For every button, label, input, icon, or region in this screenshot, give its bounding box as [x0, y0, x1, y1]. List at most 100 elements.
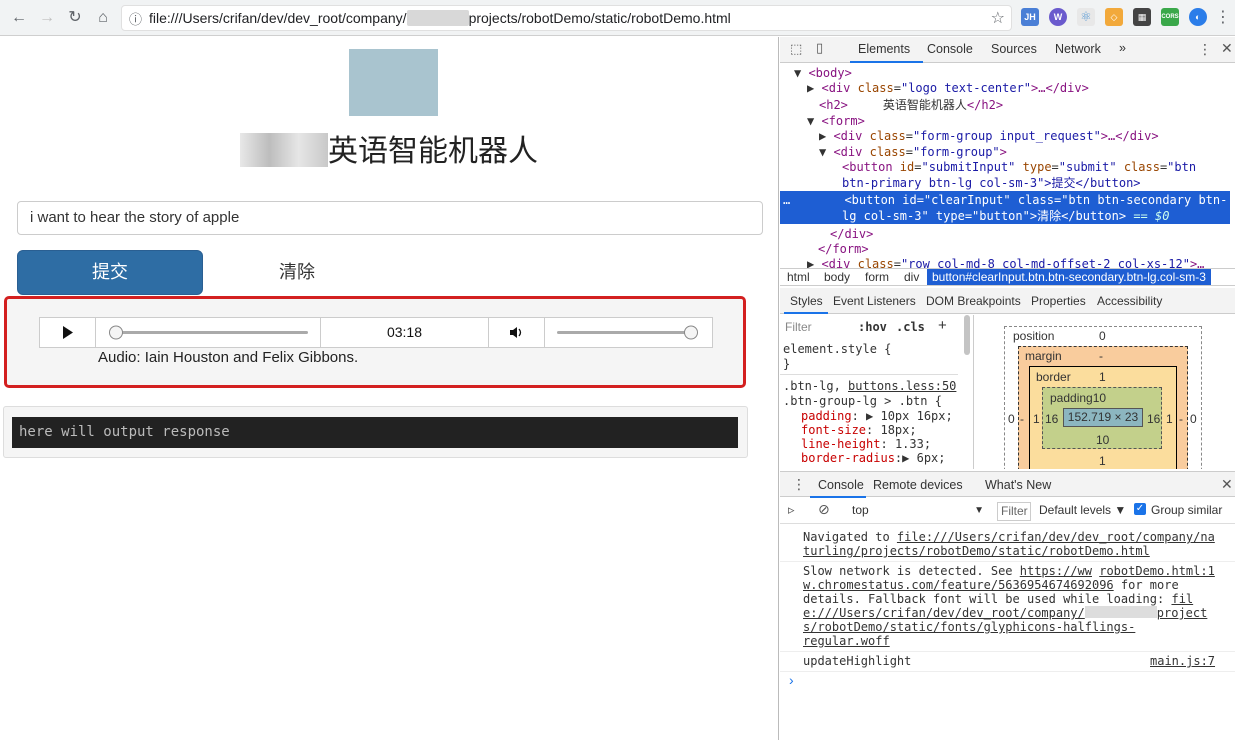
- position-label: position: [1013, 329, 1055, 343]
- group-similar-checkbox[interactable]: ✓: [1134, 503, 1146, 515]
- tab-accessibility[interactable]: Accessibility: [1097, 294, 1162, 308]
- extension-blue-icon[interactable]: ◐: [1189, 8, 1207, 26]
- clear-button[interactable]: 清除: [204, 250, 390, 295]
- mute-button[interactable]: [489, 318, 545, 347]
- tab-event-listeners[interactable]: Event Listeners: [833, 294, 916, 308]
- dom-node-form[interactable]: ▼ <form>: [807, 113, 865, 129]
- styles-filter[interactable]: Filter: [785, 320, 812, 334]
- clear-console-icon[interactable]: ⊘: [818, 501, 830, 518]
- source-link-robotdemo[interactable]: robotDemo.html:1: [1099, 564, 1215, 578]
- dom-node-body[interactable]: ▼ <body>: [794, 65, 852, 81]
- tab-console[interactable]: Console: [927, 42, 973, 56]
- inspect-icon[interactable]: ⬚: [790, 41, 802, 57]
- reload-icon[interactable]: ↻: [64, 7, 86, 29]
- url-text: file:///Users/crifan/dev/dev_root/compan…: [149, 10, 731, 26]
- levels-select[interactable]: Default levels ▼: [1039, 503, 1126, 517]
- navigated-link[interactable]: file:///Users/crifan/dev/dev_root/compan…: [897, 530, 1215, 544]
- crumb-html[interactable]: html: [787, 269, 810, 285]
- hov-toggle[interactable]: :hov: [858, 320, 887, 334]
- address-bar[interactable]: ⓘ file:///Users/crifan/dev/dev_root/comp…: [121, 5, 1012, 31]
- extension-orange-icon[interactable]: ◇: [1105, 8, 1123, 26]
- source-link-main[interactable]: main.js:7: [1150, 654, 1215, 668]
- play-button[interactable]: [40, 318, 96, 347]
- extension-react-icon[interactable]: ⚛: [1077, 8, 1095, 26]
- extension-qr-icon[interactable]: ▦: [1133, 8, 1151, 26]
- crumb-div[interactable]: div: [904, 269, 919, 285]
- dom-node-logo[interactable]: ▶ <div class="logo text-center">…</div>: [807, 80, 1089, 96]
- dom-node-submit[interactable]: <button id="submitInput" type="submit" c…: [842, 159, 1196, 175]
- dom-node-form-close: </form>: [818, 242, 869, 256]
- rule-source-link[interactable]: buttons.less:50: [848, 379, 956, 393]
- page-title: 英语智能机器人: [240, 126, 538, 168]
- tab-styles[interactable]: Styles: [790, 294, 823, 308]
- right-padding: 16: [1147, 412, 1161, 426]
- styles-tabbar: Styles Event Listeners DOM Breakpoints P…: [780, 288, 1235, 314]
- rule-selector-2: .btn-group-lg > .btn {: [783, 394, 942, 408]
- back-icon[interactable]: ←: [8, 7, 30, 29]
- dom-node-row[interactable]: ▶ <div class="row col-md-8 col-md-offset…: [807, 256, 1204, 268]
- crumb-body[interactable]: body: [824, 269, 850, 285]
- drawer-tab-console[interactable]: Console: [818, 478, 864, 492]
- padding-label: padding10: [1050, 391, 1107, 405]
- console-divider-2: [780, 651, 1235, 652]
- left-border: 1: [1033, 412, 1040, 426]
- style-prop-padding[interactable]: padding: ▶ 10px 16px;: [801, 409, 953, 423]
- tab-more[interactable]: »: [1119, 41, 1126, 55]
- console-msg-slow-cont3: e:///Users/crifan/dev/dev_root/company/p…: [803, 606, 1208, 620]
- style-prop-border-radius[interactable]: border-radius:▶ 6px;: [801, 451, 946, 465]
- styles-scrollbar[interactable]: [964, 315, 970, 355]
- pane-divider: [973, 315, 974, 469]
- dom-node-input-group[interactable]: ▶ <div class="form-group input_request">…: [819, 128, 1159, 144]
- crumb-button[interactable]: button#clearInput.btn.btn-secondary.btn-…: [927, 269, 1211, 285]
- response-panel: here will output response: [3, 406, 748, 458]
- bookmark-star-icon[interactable]: ☆: [991, 8, 1005, 28]
- style-prop-line-height[interactable]: line-height: 1.33;: [801, 437, 931, 451]
- sidebar-toggle-icon[interactable]: ▹: [788, 502, 795, 518]
- devtools-menu-icon[interactable]: ⋮: [1198, 41, 1212, 58]
- close-icon[interactable]: ✕: [1221, 40, 1233, 57]
- add-rule-icon[interactable]: +: [938, 317, 947, 334]
- home-icon[interactable]: ⌂: [92, 7, 114, 29]
- right-margin: -: [1179, 412, 1183, 426]
- seek-slider[interactable]: [96, 318, 321, 347]
- tab-properties[interactable]: Properties: [1031, 294, 1086, 308]
- extension-w-icon[interactable]: W: [1049, 8, 1067, 26]
- rule-close: }: [783, 357, 791, 371]
- crumb-form[interactable]: form: [865, 269, 889, 285]
- tab-dom-breakpoints[interactable]: DOM Breakpoints: [926, 294, 1021, 308]
- styles-pane: Filter :hov .cls + element.style { } .bt…: [780, 315, 970, 469]
- console-divider: [780, 561, 1235, 562]
- console-filter-input[interactable]: Filter: [997, 502, 1031, 521]
- console-prompt[interactable]: ›: [789, 672, 794, 688]
- right-border: 1: [1166, 412, 1173, 426]
- dom-node-h2[interactable]: <h2> 英语智能机器人</h2>: [819, 97, 1003, 113]
- drawer-close-icon[interactable]: ✕: [1221, 476, 1233, 493]
- seek-thumb: [109, 325, 123, 340]
- drawer-menu-icon[interactable]: ⋮: [792, 476, 806, 493]
- extension-jh-icon[interactable]: JH: [1021, 8, 1039, 26]
- drawer-tab-remote-devices[interactable]: Remote devices: [873, 478, 963, 492]
- cls-toggle[interactable]: .cls: [896, 320, 925, 334]
- speaker-icon: [510, 327, 522, 338]
- tab-sources[interactable]: Sources: [991, 42, 1037, 56]
- dom-node-form-group[interactable]: ▼ <div class="form-group">: [819, 144, 1007, 160]
- style-prop-font-size[interactable]: font-size: 18px;: [801, 423, 917, 437]
- console-msg-navigated-cont: turling/projects/robotDemo/static/robotD…: [803, 544, 1150, 558]
- tab-network[interactable]: Network: [1055, 42, 1101, 56]
- forward-icon[interactable]: →: [36, 7, 58, 29]
- audio-section: 03:18 Audio: Iain Houston and Felix Gibb…: [4, 296, 746, 388]
- device-toggle-icon[interactable]: ▯: [816, 40, 823, 56]
- menu-icon[interactable]: ⋮: [1215, 7, 1231, 29]
- request-input[interactable]: i want to hear the story of apple: [17, 201, 763, 235]
- drawer-tab-whats-new[interactable]: What's New: [985, 478, 1051, 492]
- box-model: position 0 margin - border 1 padding10 1…: [976, 315, 1235, 469]
- margin-label: margin: [1025, 349, 1062, 363]
- console-messages: Navigated to file:///Users/crifan/dev/de…: [780, 525, 1235, 740]
- tab-elements[interactable]: Elements: [858, 42, 910, 56]
- context-select[interactable]: top ▼: [844, 500, 984, 521]
- submit-button[interactable]: 提交: [17, 250, 203, 295]
- extension-cors-icon[interactable]: CORS: [1161, 8, 1179, 26]
- volume-track: [557, 325, 698, 340]
- volume-slider[interactable]: [545, 318, 712, 347]
- dom-node-clear[interactable]: … <button id="clearInput" class="btn btn…: [783, 192, 1227, 208]
